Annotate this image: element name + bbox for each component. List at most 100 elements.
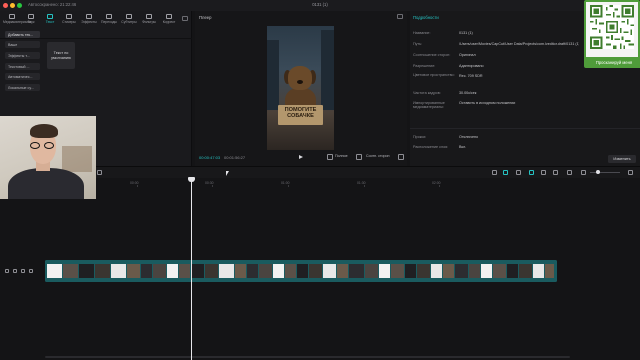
speaker-icon[interactable] [21, 269, 25, 273]
fullscreen-icon[interactable] [398, 154, 404, 160]
clip-thumbnail [95, 264, 111, 278]
clip-thumbnail [79, 264, 95, 278]
crop-icon[interactable] [356, 154, 362, 160]
detail-value-colorspace: Rec. 709 SDR [459, 74, 483, 78]
zoom-slider-track[interactable] [590, 172, 620, 173]
clip-thumbnails[interactable] [47, 264, 555, 278]
minimize-window-icon[interactable] [10, 3, 15, 8]
detail-value-imported-media: Оставить в исходном положении [459, 101, 516, 105]
player-title: Плеер [199, 15, 212, 20]
zoom-in-icon[interactable] [581, 170, 586, 175]
cover-icon[interactable] [29, 269, 33, 273]
zoom-slider-handle[interactable] [596, 170, 600, 174]
mouse-cursor-icon [226, 171, 229, 176]
lock-icon[interactable] [5, 269, 9, 273]
eye-icon[interactable] [13, 269, 17, 273]
sticker-icon [66, 14, 72, 19]
current-timecode: 00:00:47:03 [199, 155, 221, 160]
play-button[interactable] [299, 155, 303, 159]
close-window-icon[interactable] [3, 3, 8, 8]
dog-head [288, 66, 312, 90]
autosave-status: Автосохранено: 21:22:46 [28, 2, 77, 7]
tab-adjust[interactable]: Коррект [160, 13, 178, 27]
clip-thumbnail [247, 264, 259, 278]
tab-stickers[interactable]: Стикеры [60, 13, 78, 27]
fit-timeline-icon[interactable] [628, 170, 633, 175]
fit-icon[interactable] [327, 154, 333, 160]
link-icon[interactable] [516, 170, 521, 175]
clip-thumbnail [519, 264, 533, 278]
sidebar-item-text-effects[interactable]: Эффекты т... [5, 52, 40, 59]
detail-value-name: 0131 (1) [459, 31, 473, 35]
sidebar-item-local-subtitles[interactable]: Локальные су... [5, 84, 40, 91]
tab-audio[interactable]: Звук [22, 13, 40, 27]
clip-thumbnail [141, 264, 153, 278]
aspect-ratio-button[interactable]: Соотн. сторон [366, 154, 390, 160]
playhead[interactable] [191, 179, 192, 360]
tab-label: Медиаматериалы [3, 20, 32, 24]
clip-thumbnail [167, 264, 179, 278]
detail-key-name: Название: [413, 31, 431, 35]
detail-key-aspect: Соотношение сторон: [413, 53, 451, 57]
sidebar-item-add-text[interactable]: Добавить тек... [5, 31, 40, 38]
preview-axis-icon[interactable] [529, 170, 534, 175]
glasses-icon [30, 142, 56, 149]
presenter-hair [30, 124, 58, 138]
tab-label: Текст [45, 20, 55, 24]
sidebar-item-yours[interactable]: Ваше [5, 41, 40, 48]
detail-value-path: /Users/user/Movies/CapCut/User Data/Proj… [459, 42, 579, 46]
filters-icon [146, 14, 152, 19]
clip-thumbnail [507, 264, 519, 278]
tab-effects[interactable]: Эффекты [80, 13, 98, 27]
magnet-icon[interactable] [503, 170, 508, 175]
clip-thumbnail [205, 264, 219, 278]
clip-thumbnail [545, 264, 555, 278]
default-text-card[interactable]: Текст по умолчанию [47, 42, 75, 69]
clip-thumbnail [391, 264, 405, 278]
change-button[interactable]: Изменить [608, 155, 636, 163]
tab-label: Эффекты [81, 20, 97, 24]
audio-icon [28, 14, 34, 19]
default-text-label: Текст по умолчанию [51, 51, 71, 60]
menu-icon[interactable] [397, 14, 403, 19]
tab-media[interactable]: Медиаматериалы [3, 13, 32, 27]
playhead-handle[interactable] [188, 177, 195, 182]
clip-thumbnail [443, 264, 455, 278]
audio-icon[interactable] [541, 170, 546, 175]
clip-thumbnail [493, 264, 507, 278]
qr-code-card[interactable]: Просканируй меня [584, 0, 640, 68]
zoom-out-icon[interactable] [567, 170, 572, 175]
total-duration: 00:01:56:27 [224, 155, 246, 160]
project-title: 0131 (1) [312, 2, 328, 7]
maximize-window-icon[interactable] [17, 3, 22, 8]
player-panel: Плеер ПОМОГИТЕ СОБАЧКЕ 00:00:47:03 00:01… [195, 11, 407, 166]
tab-transitions[interactable]: Переходы [100, 13, 118, 27]
video-preview[interactable]: ПОМОГИТЕ СОБАЧКЕ [267, 26, 334, 150]
tab-subtitles[interactable]: Субтитры [120, 13, 138, 27]
tab-filters[interactable]: Фильтры [140, 13, 158, 27]
more-tabs-icon[interactable] [182, 16, 188, 21]
shield-icon[interactable] [97, 170, 102, 175]
webcam-overlay [0, 116, 96, 199]
sidebar-item-auto-captions[interactable]: Автоматичес... [5, 73, 40, 80]
microphone-icon[interactable] [492, 170, 497, 175]
qr-code-icon [590, 5, 634, 49]
tab-label: Субтитры [121, 20, 137, 24]
sidebar-item-text-templates[interactable]: Текстовый ... [5, 63, 40, 70]
timeline-ruler[interactable]: 00:00 00:30 01:00 01:30 02:00 [45, 178, 640, 187]
clip-thumbnail [431, 264, 443, 278]
clip-thumbnail [235, 264, 247, 278]
timeline-scrollbar[interactable] [45, 356, 570, 358]
align-icon[interactable] [553, 170, 558, 175]
sign-line-2: СОБАЧКЕ [287, 113, 314, 119]
cardboard-sign: ПОМОГИТЕ СОБАЧКЕ [278, 105, 323, 125]
tab-label: Переходы [101, 20, 117, 24]
detail-value-proxy: Отключено [459, 135, 479, 139]
clip-thumbnail [379, 264, 391, 278]
full-quality-button[interactable]: Полное [335, 154, 348, 160]
clip-thumbnail [469, 264, 481, 278]
qr-caption: Просканируй меня [586, 57, 640, 68]
detail-key-colorspace: Цветовое пространство: [413, 73, 455, 77]
tab-text[interactable]: Текст [41, 13, 59, 27]
clip-thumbnail [309, 264, 323, 278]
